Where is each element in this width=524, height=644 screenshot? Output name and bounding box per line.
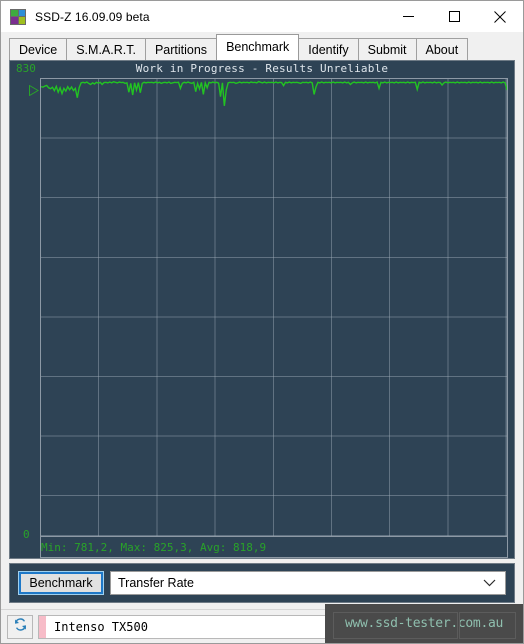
- status-bar: Intenso TX500 www.ssd-tester.com.au: [1, 604, 523, 643]
- tab-submit[interactable]: Submit: [357, 38, 417, 60]
- refresh-button[interactable]: [7, 614, 33, 639]
- benchmark-graph-panel: 830 Work in Progress - Results Unreliabl…: [9, 60, 515, 559]
- ssdz-logo-icon: [10, 8, 26, 25]
- tab-identify[interactable]: Identify: [298, 38, 359, 60]
- tab-about[interactable]: About: [415, 38, 469, 60]
- tab-strip: Device S.M.A.R.T. Partitions Benchmark I…: [1, 32, 523, 60]
- close-button[interactable]: [477, 1, 523, 32]
- tab-partitions[interactable]: Partitions: [144, 38, 218, 60]
- window-title: SSD-Z 16.09.09 beta: [35, 9, 150, 24]
- chevron-down-icon: [483, 579, 496, 587]
- device-name-value: Intenso TX500: [54, 619, 148, 634]
- graph-body: 0 Min: 781,2, Max: 825,3, Avg: 818,9: [23, 78, 508, 558]
- tab-smart[interactable]: S.M.A.R.T.: [66, 38, 146, 60]
- ssdz-main-window: SSD-Z 16.09.09 beta Device S.M.A.R.T. Pa…: [0, 0, 524, 644]
- benchmark-controls: Benchmark Transfer Rate: [9, 563, 515, 603]
- window-controls: [385, 1, 523, 32]
- graph-header: 830 Work in Progress - Results Unreliabl…: [10, 61, 514, 78]
- maximize-button[interactable]: [431, 1, 477, 32]
- tab-device[interactable]: Device: [9, 38, 68, 60]
- tab-benchmark[interactable]: Benchmark: [216, 34, 300, 60]
- benchmark-mode-select[interactable]: Transfer Rate: [110, 571, 506, 595]
- device-status-marker: [39, 615, 46, 638]
- y-axis-min-label: 0: [23, 528, 30, 541]
- refresh-icon: [13, 617, 28, 637]
- title-bar: SSD-Z 16.09.09 beta: [1, 1, 523, 32]
- transfer-rate-line: [41, 79, 507, 536]
- graph-title: Work in Progress - Results Unreliable: [135, 62, 389, 75]
- device-name-field[interactable]: Intenso TX500: [38, 614, 517, 639]
- transfer-rate-plot: [40, 78, 508, 537]
- client-area: 830 Work in Progress - Results Unreliabl…: [1, 60, 523, 609]
- benchmark-mode-value: Transfer Rate: [118, 576, 194, 590]
- minimize-button[interactable]: [385, 1, 431, 32]
- benchmark-button[interactable]: Benchmark: [18, 571, 104, 595]
- graph-stats-label: Min: 781,2, Max: 825,3, Avg: 818,9: [41, 541, 267, 554]
